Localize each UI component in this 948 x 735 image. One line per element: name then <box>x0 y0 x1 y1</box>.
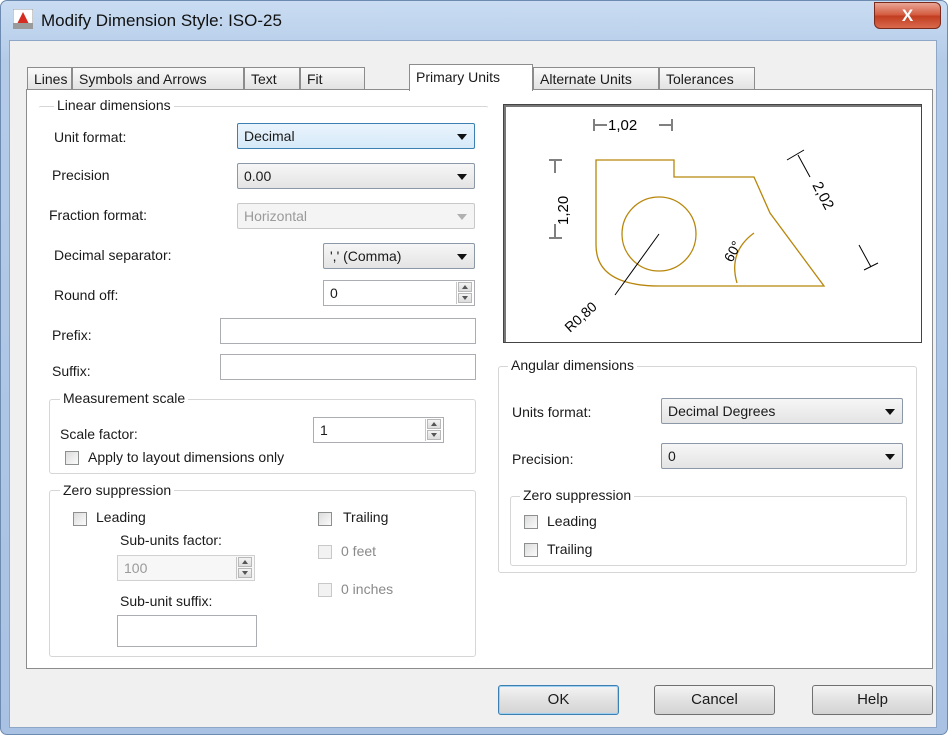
angular-precision-dropdown[interactable]: 0 <box>661 443 903 469</box>
close-button[interactable]: X <box>874 2 941 29</box>
tab-text[interactable]: Text <box>244 67 300 89</box>
leading-label: Leading <box>96 509 146 525</box>
round-off-value: 0 <box>330 285 338 301</box>
angular-precision-value: 0 <box>668 448 676 464</box>
linear-dimensions-title: Linear dimensions <box>54 97 174 113</box>
preview-dim-angle: 60° <box>721 238 745 264</box>
precision-value: 0.00 <box>244 168 272 184</box>
tab-lines[interactable]: Lines <box>27 67 72 89</box>
suffix-input[interactable] <box>220 354 476 380</box>
precision-dropdown[interactable]: 0.00 <box>237 163 475 189</box>
tab-alternate-units[interactable]: Alternate Units <box>533 67 659 89</box>
precision-label: Precision <box>52 167 110 183</box>
sub-units-factor-value: 100 <box>124 560 148 576</box>
sub-unit-suffix-input[interactable] <box>117 615 257 647</box>
angular-trailing-checkbox[interactable] <box>524 543 538 557</box>
spin-up-icon[interactable] <box>238 557 252 567</box>
chevron-down-icon <box>457 134 467 140</box>
autocad-app-icon <box>13 9 33 29</box>
preview-dim-diagonal: 2,02 <box>808 179 837 213</box>
sub-unit-suffix-label: Sub-unit suffix: <box>120 593 213 609</box>
unit-format-value: Decimal <box>244 128 295 144</box>
prefix-label: Prefix: <box>52 327 92 343</box>
help-button[interactable]: Help <box>812 685 933 715</box>
prefix-input[interactable] <box>220 318 476 344</box>
chevron-down-icon <box>457 174 467 180</box>
apply-layout-label: Apply to layout dimensions only <box>88 449 285 465</box>
preview-ext-line <box>786 149 805 161</box>
preview-dim-top: 1,02 <box>608 117 637 134</box>
scale-factor-spin-buttons[interactable] <box>425 419 442 441</box>
round-off-label: Round off: <box>54 287 119 303</box>
preview-dim-line <box>797 154 811 178</box>
preview-dim-radius: R0,80 <box>561 298 600 335</box>
angular-trailing-label: Trailing <box>547 541 593 557</box>
spin-down-icon[interactable] <box>238 568 252 578</box>
angular-units-format-value: Decimal Degrees <box>668 403 776 419</box>
zero-feet-checkbox[interactable] <box>318 545 332 559</box>
scale-factor-label: Scale factor: <box>60 426 138 442</box>
fraction-format-label: Fraction format: <box>49 207 148 223</box>
angular-dimensions-title: Angular dimensions <box>508 357 637 373</box>
spin-up-icon[interactable] <box>427 419 441 429</box>
fraction-format-dropdown[interactable]: Horizontal <box>237 203 475 229</box>
leading-checkbox[interactable] <box>73 512 87 526</box>
preview-dim-left: 1,20 <box>555 196 572 225</box>
cancel-button[interactable]: Cancel <box>654 685 775 715</box>
spin-up-icon[interactable] <box>458 282 472 292</box>
suffix-label: Suffix: <box>52 363 91 379</box>
sub-units-spin-buttons[interactable] <box>236 557 253 579</box>
decimal-separator-dropdown[interactable]: ',' (Comma) <box>323 243 475 269</box>
round-off-spinner[interactable]: 0 <box>323 280 475 306</box>
zero-suppression-angular-title: Zero suppression <box>520 487 635 503</box>
apply-layout-checkbox[interactable] <box>65 451 79 465</box>
unit-format-label: Unit format: <box>54 129 127 145</box>
tab-fit[interactable]: Fit <box>300 67 365 89</box>
measurement-scale-title: Measurement scale <box>60 390 189 406</box>
trailing-checkbox[interactable] <box>318 512 332 526</box>
scale-factor-value: 1 <box>320 422 328 438</box>
zero-suppression-linear-title: Zero suppression <box>60 482 175 498</box>
unit-format-dropdown[interactable]: Decimal <box>237 123 475 149</box>
sub-units-factor-label: Sub-units factor: <box>120 532 222 548</box>
zero-feet-label: 0 feet <box>341 543 377 559</box>
tab-primary-units[interactable]: Primary Units <box>409 64 533 91</box>
window-title: Modify Dimension Style: ISO-25 <box>41 11 282 30</box>
angular-precision-label: Precision: <box>512 451 574 467</box>
fraction-format-value: Horizontal <box>244 208 308 224</box>
ok-button[interactable]: OK <box>498 685 619 715</box>
sub-units-factor-spinner[interactable]: 100 <box>117 555 255 581</box>
tab-symbols-and-arrows[interactable]: Symbols and Arrows <box>72 67 244 89</box>
trailing-label: Trailing <box>343 509 389 525</box>
preview-outline <box>595 159 826 287</box>
chevron-down-icon <box>457 214 467 220</box>
angular-units-format-dropdown[interactable]: Decimal Degrees <box>661 398 903 424</box>
title-bar[interactable]: Modify Dimension Style: ISO-25 X <box>1 1 947 41</box>
spin-down-icon[interactable] <box>458 293 472 303</box>
chevron-down-icon <box>457 254 467 260</box>
zero-inches-label: 0 inches <box>341 581 394 597</box>
preview-dim-line <box>858 244 872 268</box>
zero-inches-checkbox[interactable] <box>318 583 332 597</box>
chevron-down-icon <box>885 454 895 460</box>
round-off-spin-buttons[interactable] <box>456 282 473 304</box>
units-format-label: Units format: <box>512 404 592 420</box>
scale-factor-spinner[interactable]: 1 <box>313 417 444 443</box>
spin-down-icon[interactable] <box>427 430 441 440</box>
decimal-separator-value: ',' (Comma) <box>330 248 402 264</box>
angular-leading-checkbox[interactable] <box>524 515 538 529</box>
preview-drawing: 1,02 1,20 2,02 60° R0,80 <box>549 117 879 335</box>
dimension-preview: 1,02 1,20 2,02 60° R0,80 <box>503 104 922 343</box>
chevron-down-icon <box>885 409 895 415</box>
decimal-separator-label: Decimal separator: <box>54 247 172 263</box>
angular-leading-label: Leading <box>547 513 597 529</box>
tab-tolerances[interactable]: Tolerances <box>659 67 755 89</box>
